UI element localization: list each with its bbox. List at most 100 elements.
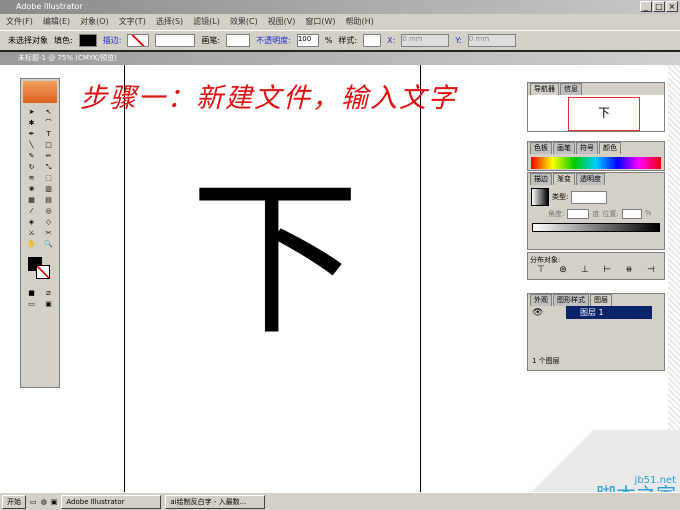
- rotate-tool-icon[interactable]: ↻: [24, 163, 39, 172]
- paintbrush-tool-icon[interactable]: ✎: [24, 152, 39, 161]
- layers-list: 👁 图层 1: [528, 306, 664, 356]
- slice-tool-icon[interactable]: ⚔: [24, 229, 39, 238]
- distribute-panel: 分布对象: ⊤ ⊜ ⊥ ⊢ ⧺ ⊣: [527, 252, 665, 280]
- location-input[interactable]: [621, 209, 642, 219]
- gradient-panel: 描边 渐变 透明度 类型: 角度: 度 位置:%: [527, 172, 665, 250]
- symbol-sprayer-tool-icon[interactable]: ❀: [24, 185, 39, 194]
- tab-info[interactable]: 信息: [560, 83, 582, 95]
- fill-stroke-control[interactable]: [24, 255, 56, 283]
- angle-label: 角度:: [548, 210, 565, 218]
- type-tool-icon[interactable]: T: [41, 130, 56, 139]
- fill-swatch[interactable]: [78, 34, 97, 47]
- hand-tool-icon[interactable]: ✋: [24, 240, 39, 249]
- start-button[interactable]: 开始: [2, 494, 26, 509]
- navigator-view-box[interactable]: 下: [568, 97, 640, 131]
- y-input[interactable]: 0 mm: [467, 34, 516, 47]
- document-title: 未标题-1 @ 75% (CMYK/预览): [18, 54, 117, 62]
- none-mode-icon[interactable]: ⧄: [41, 289, 56, 298]
- free-transform-tool-icon[interactable]: ⬚: [41, 174, 56, 183]
- scale-tool-icon[interactable]: ⤡: [41, 163, 56, 172]
- layer-name: 图层 1: [580, 308, 604, 317]
- color-mode-icon[interactable]: ■: [24, 289, 39, 298]
- tab-color[interactable]: 颜色: [599, 142, 621, 154]
- mesh-tool-icon[interactable]: ▦: [24, 196, 39, 205]
- layer-row[interactable]: 图层 1: [566, 306, 652, 319]
- magic-wand-tool-icon[interactable]: ✱: [24, 119, 39, 128]
- quicklaunch-desktop-icon[interactable]: ▭: [30, 498, 37, 506]
- quicklaunch-ie-icon[interactable]: ◍: [41, 498, 47, 506]
- gradient-type-select[interactable]: [571, 190, 608, 204]
- visibility-eye-icon[interactable]: 👁: [532, 308, 543, 318]
- quicklaunch-media-icon[interactable]: ▣: [51, 498, 58, 506]
- menu-object[interactable]: 对象(O): [80, 14, 109, 30]
- menu-view[interactable]: 视图(V): [268, 14, 296, 30]
- canvas-text-object[interactable]: 下: [190, 175, 360, 345]
- tab-navigator[interactable]: 导航器: [530, 83, 559, 95]
- menu-filter[interactable]: 滤镜(L): [193, 14, 220, 30]
- opacity-label[interactable]: 不透明度:: [256, 35, 291, 46]
- stroke-label[interactable]: 描边:: [103, 35, 122, 46]
- angle-input[interactable]: [567, 209, 590, 219]
- eyedropper-tool-icon[interactable]: ⁄: [24, 207, 39, 216]
- distribute-right-icon[interactable]: ⊣: [647, 265, 655, 275]
- menu-help[interactable]: 帮助(H): [346, 14, 374, 30]
- distribute-vcenter-icon[interactable]: ⊜: [559, 265, 567, 275]
- tab-swatches[interactable]: 色板: [530, 142, 552, 154]
- blend-tool-icon[interactable]: ◎: [41, 207, 56, 216]
- menu-effect[interactable]: 效果(C): [230, 14, 258, 30]
- gradient-slider[interactable]: [532, 223, 660, 232]
- scissors-tool-icon[interactable]: ✂: [41, 229, 56, 238]
- page-boundary-left: [124, 65, 125, 492]
- tab-symbols[interactable]: 符号: [576, 142, 598, 154]
- live-paint-select-icon[interactable]: ◇: [41, 218, 56, 227]
- direct-selection-tool-icon[interactable]: ↖: [41, 108, 56, 117]
- app-window-controls: _ □ ×: [640, 1, 678, 12]
- distribute-top-icon[interactable]: ⊤: [537, 265, 545, 275]
- stroke-weight-select[interactable]: [155, 34, 196, 47]
- x-input[interactable]: 0 mm: [401, 34, 450, 47]
- tab-transparency[interactable]: 透明度: [576, 173, 605, 185]
- tab-graphic-styles[interactable]: 图形样式: [553, 294, 589, 306]
- close-button[interactable]: ×: [666, 1, 678, 12]
- brush-label: 画笔:: [201, 36, 221, 45]
- zoom-tool-icon[interactable]: 🔍: [41, 240, 56, 249]
- pencil-tool-icon[interactable]: ✏: [41, 152, 56, 161]
- color-spectrum[interactable]: [531, 157, 661, 169]
- distribute-bottom-icon[interactable]: ⊥: [581, 265, 589, 275]
- tab-brushes[interactable]: 画笔: [553, 142, 575, 154]
- selection-tool-icon[interactable]: ➤: [24, 108, 39, 117]
- maximize-button[interactable]: □: [653, 1, 665, 12]
- tab-appearance[interactable]: 外观: [530, 294, 552, 306]
- pen-tool-icon[interactable]: ✒: [24, 130, 39, 139]
- minimize-button[interactable]: _: [640, 1, 652, 12]
- distribute-left-icon[interactable]: ⊢: [603, 265, 611, 275]
- brush-select[interactable]: [226, 34, 251, 47]
- style-select[interactable]: [363, 34, 382, 47]
- live-paint-tool-icon[interactable]: ◈: [24, 218, 39, 227]
- tab-layers[interactable]: 图层: [590, 294, 612, 306]
- graph-tool-icon[interactable]: ▥: [41, 185, 56, 194]
- menu-window[interactable]: 窗口(W): [305, 14, 335, 30]
- control-bar: 未选择对象 填色: 描边: 画笔: 不透明度: 100 % 样式: X: 0 m…: [0, 30, 680, 52]
- menu-edit[interactable]: 编辑(E): [43, 14, 70, 30]
- navigator-preview[interactable]: 下: [528, 95, 664, 131]
- fullscreen-mode-icon[interactable]: ▣: [41, 300, 56, 309]
- tab-stroke[interactable]: 描边: [530, 173, 552, 185]
- tab-gradient[interactable]: 渐变: [553, 173, 575, 185]
- vertical-scrollbar[interactable]: [668, 65, 680, 492]
- menu-type[interactable]: 文字(T): [119, 14, 146, 30]
- gradient-tool-icon[interactable]: ▤: [41, 196, 56, 205]
- task-document[interactable]: ai绘制反白字 - 入最数...: [165, 494, 266, 509]
- stroke-box[interactable]: [36, 265, 50, 279]
- menu-select[interactable]: 选择(S): [156, 14, 183, 30]
- opacity-input[interactable]: 100: [296, 34, 319, 47]
- distribute-hcenter-icon[interactable]: ⧺: [625, 265, 633, 275]
- screen-mode-icon[interactable]: ▭: [24, 300, 39, 309]
- stroke-swatch[interactable]: [127, 34, 150, 47]
- lasso-tool-icon[interactable]: ⌒: [41, 119, 56, 128]
- menu-file[interactable]: 文件(F): [6, 14, 33, 30]
- task-illustrator[interactable]: Adobe Illustrator: [61, 494, 162, 509]
- line-tool-icon[interactable]: ╲: [24, 141, 39, 150]
- warp-tool-icon[interactable]: ≋: [24, 174, 39, 183]
- rectangle-tool-icon[interactable]: □: [41, 141, 56, 150]
